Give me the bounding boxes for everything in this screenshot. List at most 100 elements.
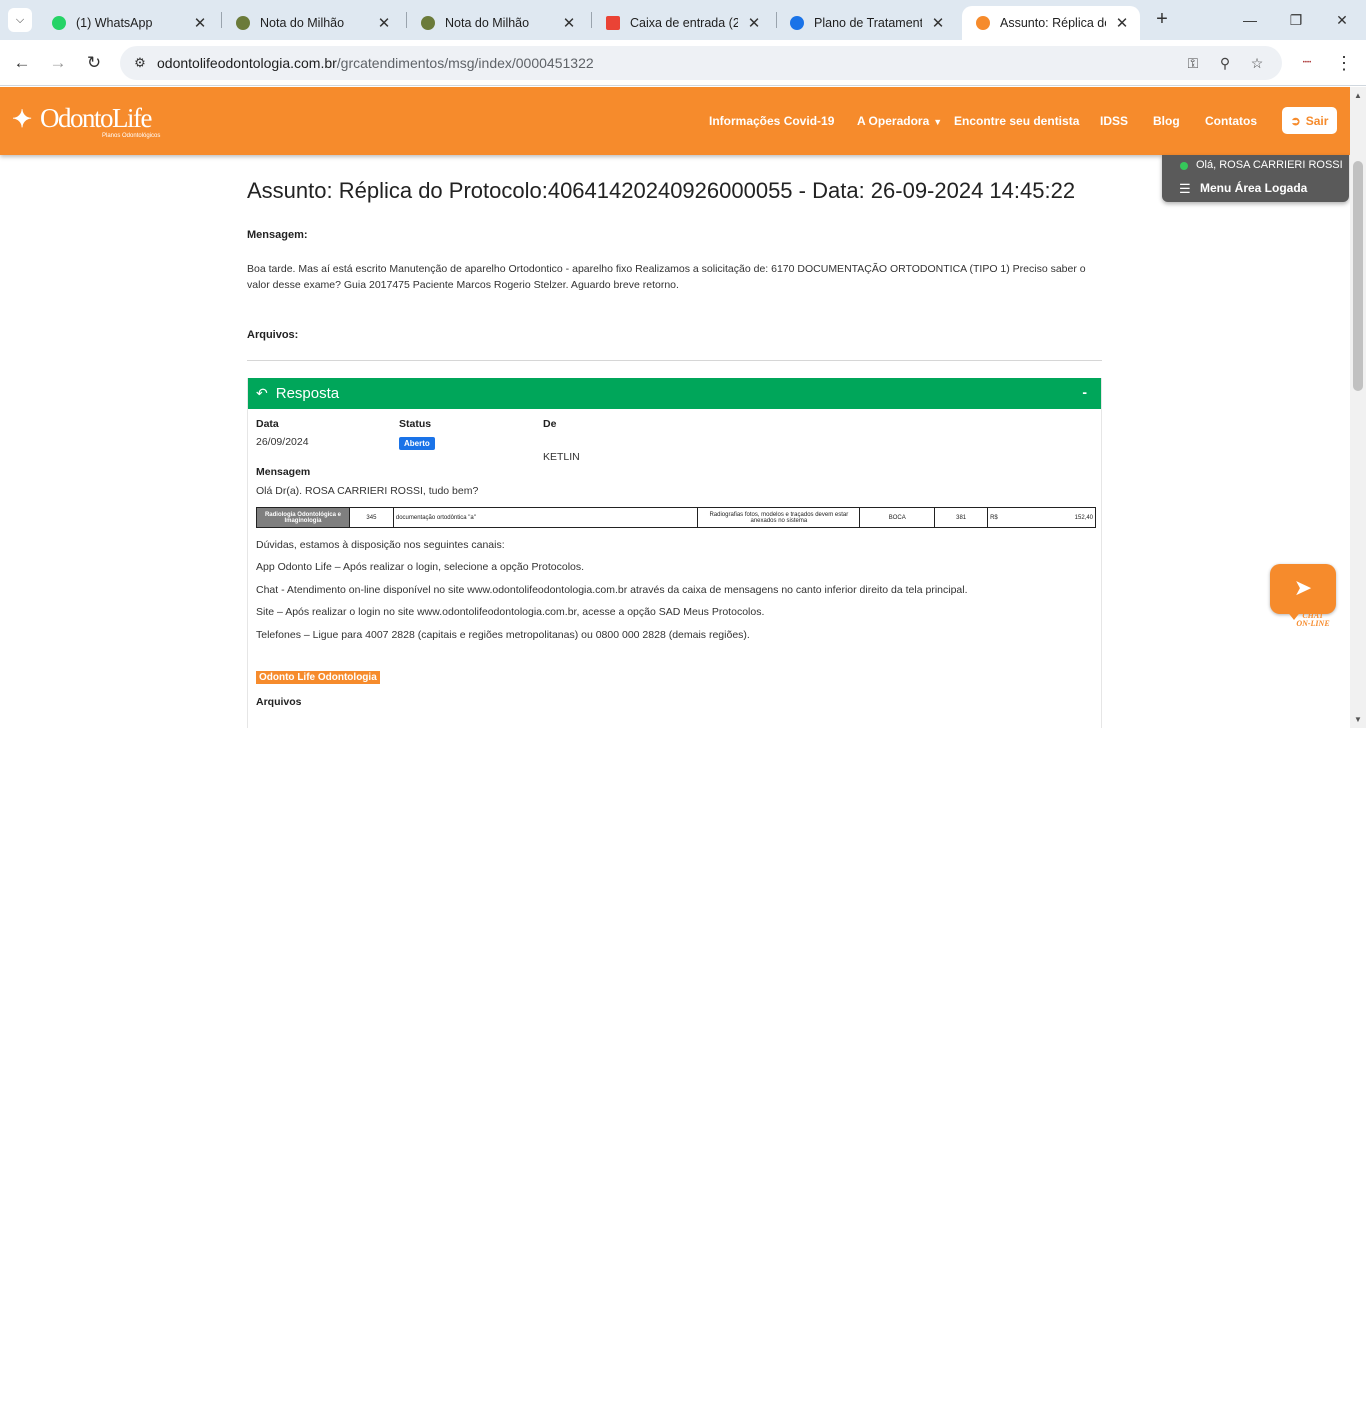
browser-menu-button[interactable]: ⋮ [1334, 50, 1354, 76]
response-greeting: Olá Dr(a). ROSA CARRIERI ROSSI, tudo bem… [256, 485, 479, 497]
reload-button[interactable]: ↻ [81, 50, 107, 76]
signature-badge: Odonto Life Odontologia [256, 671, 380, 684]
user-greeting: Olá, ROSA CARRIERI ROSSI [1196, 159, 1343, 171]
response-header[interactable]: ↶ Resposta - [248, 378, 1101, 409]
page-viewport: ✦ OdontoLife Planos Odontológicos Inform… [0, 87, 1366, 728]
close-icon[interactable]: ✕ [1114, 14, 1130, 32]
url-domain: odontolifeodontologia.com.br [157, 55, 337, 71]
close-icon: ✕ [1336, 12, 1348, 28]
table-row: Radiologia Odontológica e Imaginologia 3… [256, 507, 1096, 528]
table-cell: documentação ortodôntica "a" [392, 507, 699, 528]
close-window-button[interactable]: ✕ [1322, 6, 1362, 34]
browser-tab[interactable]: Caixa de entrada (2.7 ✕ [592, 6, 772, 40]
date-value: 26/09/2024 [256, 436, 309, 448]
browser-toolbar: ← → ↻ ⚙ odontolifeodontologia.com.br/grc… [0, 40, 1366, 86]
nav-idss[interactable]: IDSS [1100, 87, 1128, 155]
browser-tab[interactable]: Nota do Milhão ✕ [407, 6, 587, 40]
browser-tab-active[interactable]: Assunto: Réplica do P ✕ [962, 6, 1140, 40]
new-tab-button[interactable]: + [1150, 8, 1174, 32]
procedure-table: Radiologia Odontológica e Imaginologia 3… [256, 507, 1096, 528]
message-label: Mensagem: [247, 229, 308, 241]
tab-title: Caixa de entrada (2.7 [630, 16, 738, 30]
back-button[interactable]: ← [9, 50, 35, 76]
chat-online-widget[interactable]: ➤ CHAT ON-LINE [1268, 562, 1338, 630]
browser-tab-bar: ⌵ (1) WhatsApp ✕ Nota do Milhão ✕ Nota d… [0, 0, 1366, 40]
response-panel: ↶ Resposta - Data 26/09/2024 Status Aber… [247, 378, 1102, 728]
minimize-button[interactable]: — [1230, 6, 1270, 34]
chat-label-line2: ON-LINE [1296, 619, 1330, 628]
channel-site: Site – Após realizar o login no site www… [256, 606, 765, 618]
reload-icon: ↻ [86, 53, 102, 72]
site-favicon-icon [236, 16, 250, 30]
channels-intro: Dúvidas, estamos à disposição nos seguin… [256, 539, 505, 551]
response-message-label: Mensagem [256, 466, 311, 478]
restore-icon: ❐ [1289, 12, 1303, 28]
logout-button[interactable]: ➲ Sair [1282, 107, 1337, 134]
logo-subtitle: Planos Odontológicos [102, 133, 161, 139]
tab-title: Nota do Milhão [445, 16, 530, 30]
plus-icon: + [1156, 8, 1168, 30]
scroll-thumb[interactable] [1353, 161, 1363, 391]
odontolife-logo[interactable]: ✦ OdontoLife Planos Odontológicos [12, 101, 172, 143]
nav-operadora-label: A Operadora [857, 114, 930, 128]
nav-contatos[interactable]: Contatos [1205, 87, 1257, 155]
address-bar[interactable]: ⚙ odontolifeodontologia.com.br/grcatendi… [120, 46, 1282, 80]
channel-app: App Odonto Life – Após realizar o login,… [256, 561, 585, 573]
nav-blog[interactable]: Blog [1153, 87, 1180, 155]
nav-covid[interactable]: Informações Covid-19 [709, 87, 834, 155]
tab-search-button[interactable]: ⌵ [8, 8, 32, 32]
scroll-down-icon[interactable]: ▼ [1354, 715, 1362, 724]
restore-button[interactable]: ❐ [1276, 6, 1316, 34]
table-cell: Radiografias fotos, modelos e traçados d… [697, 507, 861, 528]
site-settings-icon[interactable]: ⚙ [130, 53, 150, 73]
online-status-icon [1180, 162, 1188, 170]
scroll-up-icon[interactable]: ▲ [1354, 91, 1362, 100]
status-badge: Aberto [399, 437, 435, 450]
user-menu-label[interactable]: Menu Área Logada [1200, 181, 1307, 195]
from-label: De [543, 418, 557, 430]
message-text: Boa tarde. Mas aí está escrito Manutençã… [247, 263, 1086, 291]
gmail-favicon-icon [606, 16, 620, 30]
close-icon[interactable]: ✕ [930, 14, 946, 32]
site-favicon-icon [790, 16, 804, 30]
arrow-left-icon: ← [13, 53, 31, 72]
site-favicon-icon [421, 16, 435, 30]
files-label: Arquivos: [247, 329, 299, 341]
price-value: 152,40 [1074, 514, 1093, 521]
nav-encontre-dentista[interactable]: Encontre seu dentista [954, 87, 1079, 155]
response-files-label: Arquivos [256, 696, 302, 708]
table-cell: BOCA [859, 507, 936, 528]
close-icon[interactable]: ✕ [376, 14, 392, 32]
channel-chat: Chat - Atendimento on-line disponível no… [256, 584, 968, 596]
browser-tab[interactable]: (1) WhatsApp ✕ [38, 6, 218, 40]
logo-mark-icon: ✦ [12, 106, 33, 133]
channel-phones: Telefones – Ligue para 4007 2828 (capita… [256, 629, 750, 641]
message-content: Assunto: Réplica do Protocolo:4064142024… [247, 175, 1102, 361]
close-icon[interactable]: ✕ [192, 14, 208, 32]
logout-icon: ➲ [1290, 113, 1301, 128]
close-icon[interactable]: ✕ [561, 14, 577, 32]
browser-tab[interactable]: Nota do Milhão ✕ [222, 6, 402, 40]
zoom-icon[interactable]: ⚲ [1216, 54, 1234, 72]
page-scrollbar[interactable]: ▲ ▼ [1350, 87, 1366, 728]
user-area-menu[interactable]: Olá, ROSA CARRIERI ROSSI ☰ Menu Área Log… [1162, 155, 1349, 202]
chevron-down-icon: ⌵ [15, 13, 25, 26]
menu-icon: ☰ [1179, 181, 1191, 196]
nav-operadora[interactable]: A Operadora ▼ [857, 87, 942, 155]
reply-icon: ↶ [256, 385, 268, 401]
page-title: Assunto: Réplica do Protocolo:4064142024… [247, 178, 1076, 203]
table-cell: 345 [348, 507, 394, 528]
profile-avatar[interactable]: •••• [1294, 54, 1320, 72]
browser-tab[interactable]: Plano de Tratamento ✕ [776, 6, 956, 40]
minimize-icon: — [1243, 12, 1257, 28]
password-key-icon[interactable]: ⚿ [1184, 54, 1202, 72]
collapse-button[interactable]: - [1082, 384, 1087, 400]
tab-title: (1) WhatsApp [76, 16, 153, 30]
table-cell: R$ 152,40 [987, 507, 1096, 528]
response-title: Resposta [275, 385, 340, 402]
url-text[interactable]: odontolifeodontologia.com.br/grcatendime… [157, 55, 594, 71]
divider [247, 360, 1102, 361]
forward-button[interactable]: → [45, 50, 71, 76]
close-icon[interactable]: ✕ [746, 14, 762, 32]
bookmark-star-icon[interactable]: ☆ [1248, 54, 1266, 72]
